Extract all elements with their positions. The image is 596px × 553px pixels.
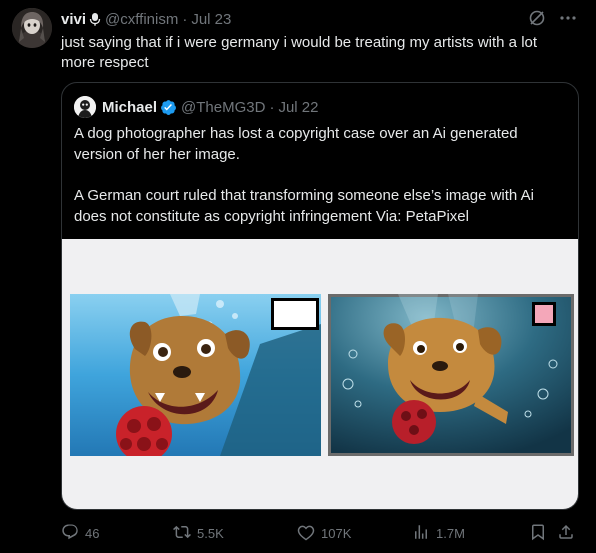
header-separator: ·: [182, 10, 188, 28]
quote-text: A dog photographer has lost a copyright …: [74, 123, 566, 227]
bookmark-icon: [529, 523, 547, 544]
repost-icon: [173, 523, 191, 544]
repost-count: 5.5K: [197, 525, 224, 541]
like-button[interactable]: 107K: [297, 521, 351, 545]
quote-author-handle[interactable]: @TheMG3D: [181, 99, 265, 116]
tweet-actions: 46 5.5K 107K 1.7M: [61, 521, 581, 545]
quote-paragraph-1: A dog photographer has lost a copyright …: [74, 125, 518, 163]
verified-badge-icon: [160, 99, 177, 116]
quote-author-display-name[interactable]: Michael: [102, 99, 157, 116]
tweet-timestamp[interactable]: Jul 23: [191, 11, 231, 28]
original-dog-photo: [70, 294, 321, 456]
quote-timestamp[interactable]: Jul 22: [278, 99, 318, 116]
tweet-text: just saying that if i were germany i wou…: [61, 34, 538, 71]
more-icon[interactable]: [560, 16, 576, 20]
quote-header: Michael @TheMG3D · Jul 22: [74, 96, 318, 118]
heart-icon: [297, 523, 315, 544]
bookmark-button[interactable]: [529, 521, 547, 545]
ai-dog-painting: [328, 294, 574, 456]
author-handle[interactable]: @cxffinism: [105, 11, 178, 28]
grok-icon[interactable]: [528, 9, 546, 27]
repost-button[interactable]: 5.5K: [173, 521, 224, 545]
quote-author-avatar[interactable]: [74, 96, 96, 118]
share-icon: [557, 523, 575, 544]
right-swatch: [532, 302, 556, 326]
reply-icon: [61, 523, 79, 544]
header-actions: [528, 9, 576, 27]
like-count: 107K: [321, 525, 352, 541]
tweet: vivi @cxffinism · Jul 23 just saying tha…: [0, 0, 596, 553]
views-count: 1.7M: [436, 525, 465, 541]
microphone-icon: [89, 12, 101, 26]
views-icon: [412, 523, 430, 544]
left-swatch: [271, 298, 319, 330]
author-avatar[interactable]: [12, 8, 52, 48]
views-button[interactable]: 1.7M: [412, 521, 465, 545]
share-button[interactable]: [557, 521, 575, 545]
reply-count: 46: [85, 525, 100, 541]
author-display-name[interactable]: vivi: [61, 11, 86, 28]
quote-media[interactable]: [62, 239, 578, 509]
tweet-header: vivi @cxffinism · Jul 23: [61, 9, 576, 29]
quote-tweet[interactable]: Michael @TheMG3D · Jul 22 A dog photogra…: [61, 82, 579, 510]
quote-paragraph-2: A German court ruled that transforming s…: [74, 187, 534, 225]
quote-header-separator: ·: [269, 98, 275, 116]
reply-button[interactable]: 46: [61, 521, 99, 545]
